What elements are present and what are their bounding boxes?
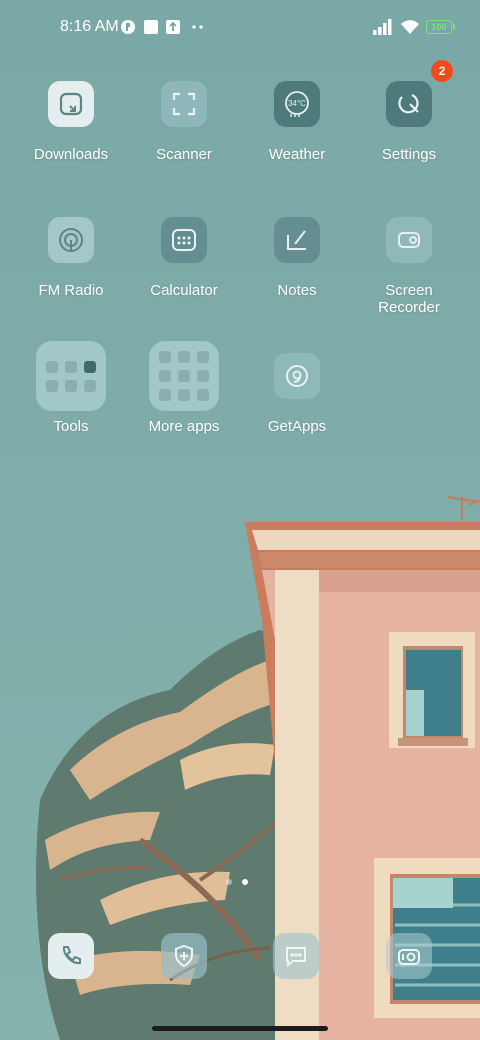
phone-icon [62, 946, 81, 965]
settings-icon [386, 81, 432, 127]
battery-icon: 100 [426, 20, 455, 34]
dock-phone[interactable] [48, 933, 94, 979]
weather-icon: 34°C [274, 81, 320, 127]
wifi-icon [401, 20, 419, 34]
fm-radio-icon [48, 217, 94, 263]
app-downloads[interactable]: Downloads [16, 81, 126, 163]
app-label: Tools [53, 418, 89, 435]
square-notification-icon [144, 20, 158, 34]
security-shield-icon [175, 944, 193, 968]
upload-notification-icon [166, 20, 180, 34]
status-bar: 8:16 AM 100 [0, 0, 480, 56]
notes-icon [274, 217, 320, 263]
app-label: GetApps [267, 418, 327, 435]
app-label: Calculator [150, 282, 218, 299]
app-label: Downloads [33, 146, 109, 163]
app-label: Weather [268, 146, 326, 163]
home-indicator[interactable] [152, 1026, 328, 1031]
app-calculator[interactable]: Calculator [129, 217, 239, 299]
dock-messages[interactable] [273, 933, 319, 979]
dock-security[interactable] [161, 933, 207, 979]
scanner-icon [161, 81, 207, 127]
app-label: Scanner [156, 146, 212, 163]
app-label: More apps [148, 418, 220, 435]
app-fm-radio[interactable]: FM Radio [16, 217, 126, 299]
messages-icon [286, 947, 306, 968]
settings-notification-badge: 2 [431, 60, 453, 82]
screen-recorder-icon [386, 217, 432, 263]
app-label: Settings [381, 146, 437, 163]
downloads-icon [48, 81, 94, 127]
getapps-icon [274, 353, 320, 399]
app-screen-recorder[interactable]: Screen Recorder [354, 217, 464, 316]
page-indicator[interactable] [226, 879, 248, 885]
app-label: FM Radio [38, 282, 104, 299]
app-notes[interactable]: Notes [242, 217, 352, 299]
app-label: Notes [277, 282, 317, 299]
weather-temperature: 34°C [288, 99, 306, 108]
page-dot[interactable] [226, 879, 232, 885]
camera-icon [398, 949, 420, 965]
page-dot-active[interactable] [242, 879, 248, 885]
folder-icon [36, 341, 106, 411]
folder-more-apps[interactable]: More apps [129, 341, 239, 435]
notification-app-icon [121, 20, 135, 34]
signal-icon [373, 19, 392, 35]
app-getapps[interactable]: GetApps [242, 353, 352, 435]
status-time: 8:16 AM [60, 18, 119, 35]
app-settings[interactable]: Settings [354, 81, 464, 163]
dock-camera[interactable] [386, 933, 432, 979]
folder-icon [149, 341, 219, 411]
calculator-icon [161, 217, 207, 263]
more-dots-icon [192, 25, 203, 29]
folder-tools[interactable]: Tools [16, 341, 126, 435]
app-weather[interactable]: 34°C Weather [242, 81, 352, 163]
app-label: Screen Recorder [378, 282, 440, 316]
app-scanner[interactable]: Scanner [129, 81, 239, 163]
